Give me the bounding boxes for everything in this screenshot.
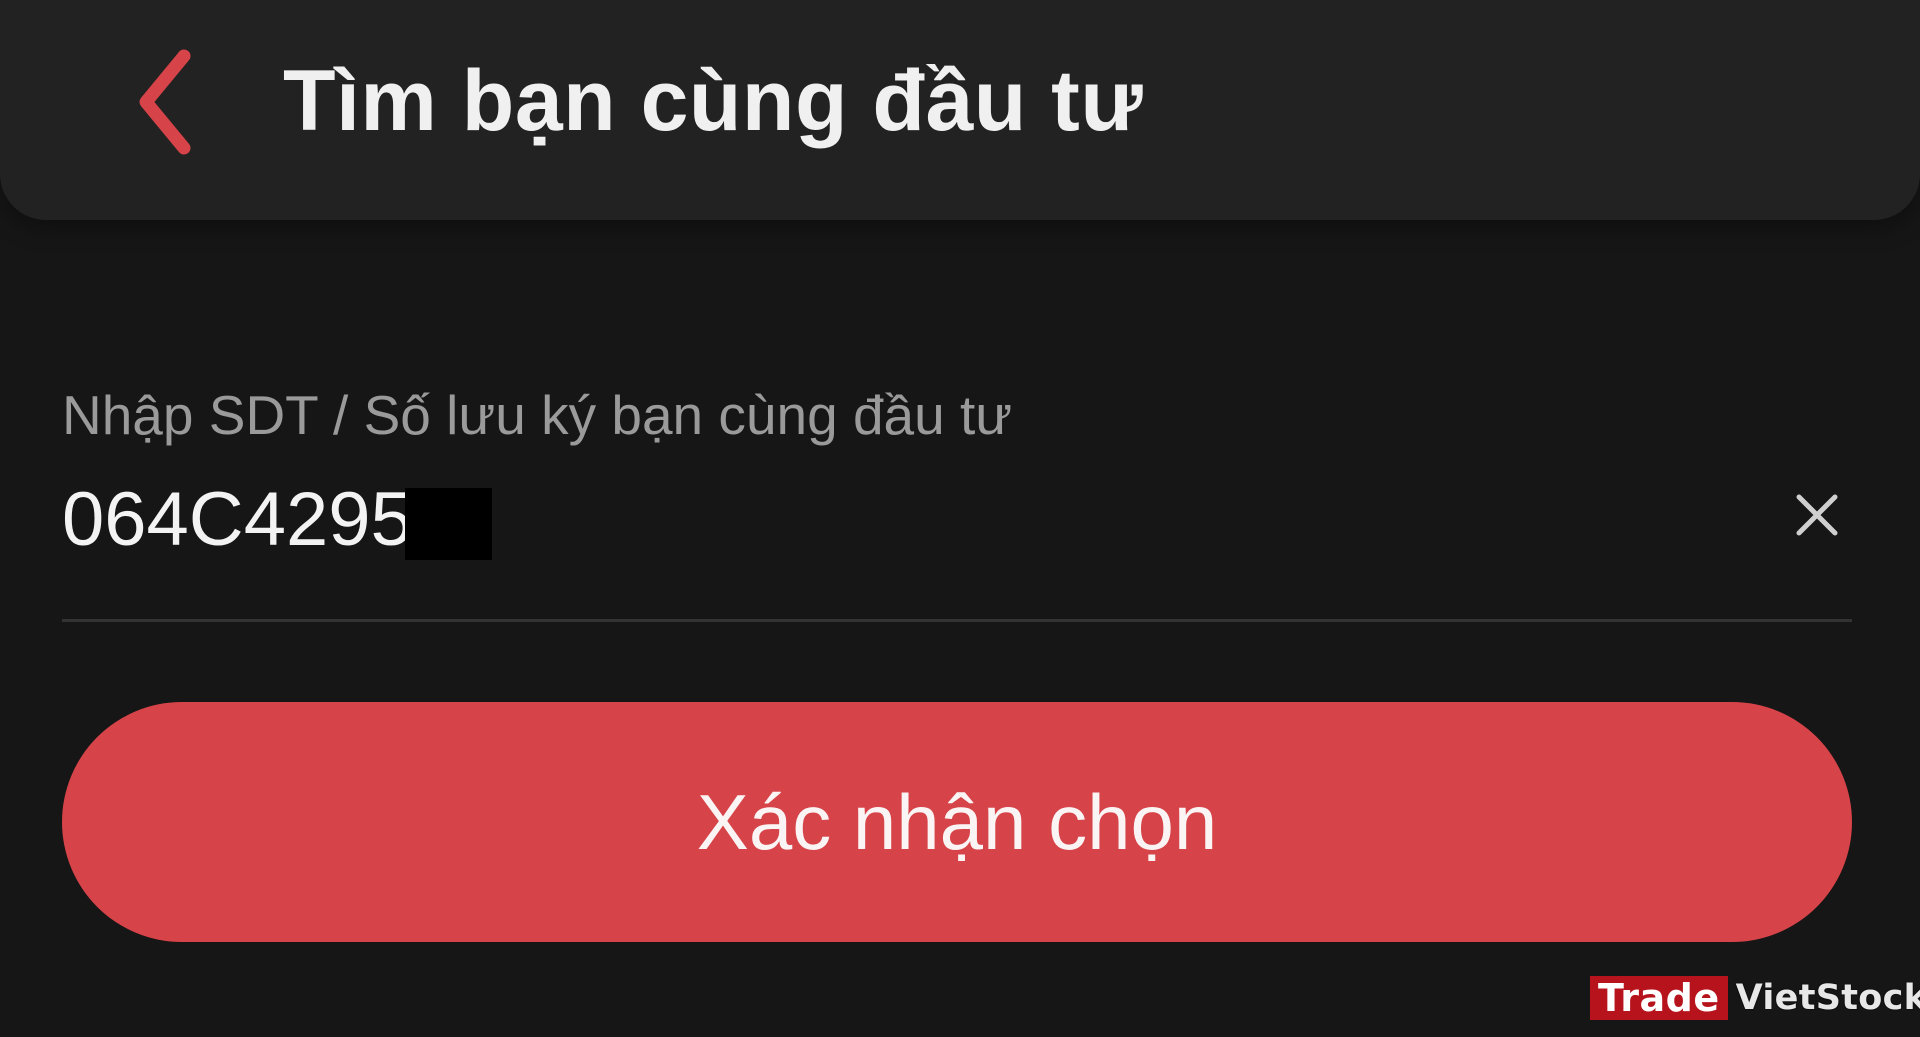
close-icon [1793,491,1841,544]
watermark-brand-text: VietStock [1735,978,1920,1018]
back-button[interactable] [110,42,220,162]
top-app-bar: Tìm bạn cùng đầu tư [0,0,1920,220]
redaction-box [405,488,492,560]
depository-number-field[interactable]: 064C4295 [62,478,1852,568]
page-title: Tìm bạn cùng đầu tư [283,53,1144,149]
depository-number-input[interactable]: 064C4295 [62,478,413,562]
find-investment-friend-screen: Tìm bạn cùng đầu tư Nhập SDT / Số lưu ký… [0,0,1920,1037]
tradevietstock-watermark: Trade VietStock [1590,976,1920,1020]
confirm-selection-button[interactable]: Xác nhận chọn [62,702,1852,942]
depository-number-label: Nhập SDT / Số lưu ký bạn cùng đầu tư [62,384,1013,446]
input-underline [62,619,1852,622]
confirm-button-label: Xác nhận chọn [696,778,1218,866]
watermark-trade-text: Trade [1590,976,1728,1020]
clear-input-button[interactable] [1778,478,1856,556]
chevron-left-icon [130,48,200,156]
